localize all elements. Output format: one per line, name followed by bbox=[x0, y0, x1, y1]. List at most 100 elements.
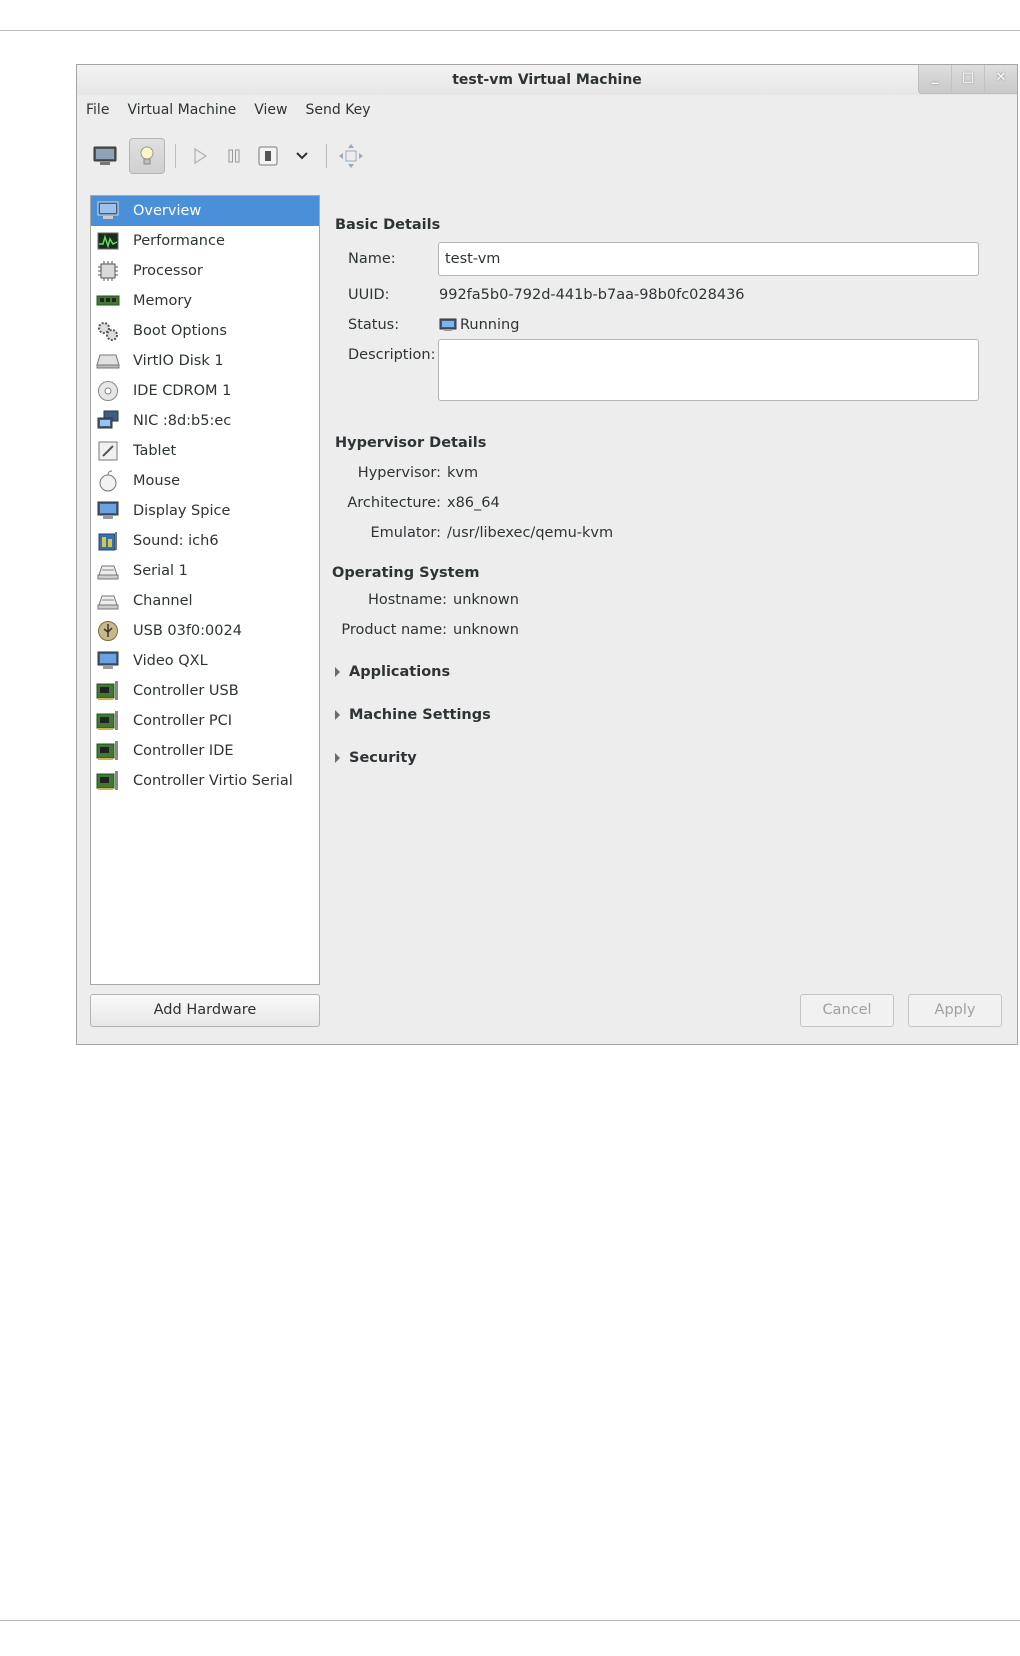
maximize-button[interactable]: □ bbox=[952, 65, 985, 93]
sidebar-item-display-spice[interactable]: Display Spice bbox=[91, 496, 319, 526]
applications-expander[interactable]: Applications bbox=[335, 664, 450, 680]
sidebar-item-label: Serial 1 bbox=[133, 563, 188, 579]
run-button[interactable] bbox=[186, 138, 214, 174]
minimize-button[interactable]: _ bbox=[919, 65, 952, 93]
display-icon bbox=[95, 500, 121, 522]
show-details-button[interactable] bbox=[129, 138, 165, 174]
sidebar-item-controller-pci[interactable]: Controller PCI bbox=[91, 706, 319, 736]
page-top-rule bbox=[0, 30, 1020, 31]
play-icon bbox=[194, 147, 208, 165]
close-button[interactable]: ✕ bbox=[985, 65, 1017, 93]
fullscreen-button[interactable] bbox=[337, 138, 365, 174]
sidebar-item-label: Sound: ich6 bbox=[133, 533, 219, 549]
serial-port-icon bbox=[95, 560, 121, 582]
sidebar-item-label: Memory bbox=[133, 293, 192, 309]
menu-virtual-machine[interactable]: Virtual Machine bbox=[118, 99, 245, 123]
sidebar-item-label: Display Spice bbox=[133, 503, 231, 519]
sidebar-item-label: Tablet bbox=[133, 443, 177, 459]
sidebar-item-tablet[interactable]: Tablet bbox=[91, 436, 319, 466]
running-icon bbox=[439, 318, 457, 331]
hostname-label: Hostname: bbox=[367, 592, 447, 608]
toolbar-separator bbox=[175, 144, 176, 168]
name-label: Name: bbox=[348, 251, 396, 267]
sidebar-item-overview[interactable]: Overview bbox=[91, 196, 319, 226]
sidebar-item-controller-virtio-serial[interactable]: Controller Virtio Serial bbox=[91, 766, 319, 796]
sidebar-item-label: IDE CDROM 1 bbox=[133, 383, 232, 399]
hypervisor-details-heading: Hypervisor Details bbox=[335, 435, 487, 451]
chevron-down-icon bbox=[296, 152, 308, 160]
sidebar-item-mouse[interactable]: Mouse bbox=[91, 466, 319, 496]
product-name-value: unknown bbox=[453, 622, 519, 638]
basic-details-heading: Basic Details bbox=[335, 217, 441, 233]
expander-arrow-icon bbox=[335, 710, 340, 720]
sidebar-item-boot-options[interactable]: Boot Options bbox=[91, 316, 319, 346]
channel-icon bbox=[95, 590, 121, 612]
architecture-value: x86_64 bbox=[447, 495, 500, 511]
fullscreen-icon bbox=[339, 144, 363, 168]
memory-module-icon bbox=[95, 290, 121, 312]
controller-card-icon bbox=[95, 680, 121, 702]
pause-button[interactable] bbox=[220, 138, 248, 174]
monitor-icon bbox=[95, 200, 121, 222]
name-field[interactable]: test-vm bbox=[438, 242, 979, 276]
sidebar-item-label: Channel bbox=[133, 593, 193, 609]
sidebar-item-controller-ide[interactable]: Controller IDE bbox=[91, 736, 319, 766]
uuid-label: UUID: bbox=[348, 287, 390, 303]
security-expander[interactable]: Security bbox=[335, 750, 417, 766]
pause-icon bbox=[228, 149, 240, 163]
sidebar-item-label: Video QXL bbox=[133, 653, 208, 669]
sidebar-item-label: Processor bbox=[133, 263, 203, 279]
window-title: test-vm Virtual Machine bbox=[452, 72, 642, 88]
sidebar-item-processor[interactable]: Processor bbox=[91, 256, 319, 286]
show-console-button[interactable] bbox=[87, 138, 123, 174]
apply-button[interactable]: Apply bbox=[908, 994, 1002, 1027]
performance-graph-icon bbox=[95, 230, 121, 252]
sidebar-item-label: VirtIO Disk 1 bbox=[133, 353, 224, 369]
page-bottom-rule bbox=[0, 1620, 1020, 1621]
hard-disk-icon bbox=[95, 350, 121, 372]
sidebar-item-label: Controller PCI bbox=[133, 713, 233, 729]
sidebar-item-controller-usb[interactable]: Controller USB bbox=[91, 676, 319, 706]
sidebar-item-sound[interactable]: Sound: ich6 bbox=[91, 526, 319, 556]
machine-settings-expander[interactable]: Machine Settings bbox=[335, 707, 491, 723]
uuid-value: 992fa5b0-792d-441b-b7aa-98b0fc028436 bbox=[439, 287, 745, 303]
sidebar-item-serial[interactable]: Serial 1 bbox=[91, 556, 319, 586]
expander-label: Machine Settings bbox=[349, 707, 491, 723]
description-field[interactable] bbox=[438, 339, 979, 401]
expander-arrow-icon bbox=[335, 753, 340, 763]
add-hardware-button[interactable]: Add Hardware bbox=[90, 994, 320, 1027]
menu-view[interactable]: View bbox=[245, 99, 296, 123]
expander-label: Security bbox=[349, 750, 417, 766]
sidebar-item-virtio-disk[interactable]: VirtIO Disk 1 bbox=[91, 346, 319, 376]
cdrom-icon bbox=[95, 380, 121, 402]
sidebar-item-label: NIC :8d:b5:ec bbox=[133, 413, 232, 429]
sidebar-item-nic[interactable]: NIC :8d:b5:ec bbox=[91, 406, 319, 436]
console-icon bbox=[93, 146, 117, 165]
lightbulb-icon bbox=[140, 146, 154, 165]
menu-send-key[interactable]: Send Key bbox=[296, 99, 379, 123]
menu-file[interactable]: File bbox=[77, 99, 118, 123]
hypervisor-label: Hypervisor: bbox=[357, 465, 441, 481]
sidebar-item-ide-cdrom[interactable]: IDE CDROM 1 bbox=[91, 376, 319, 406]
hardware-list: Overview Performance Processor Memory Bo… bbox=[90, 195, 320, 985]
sidebar-item-usb[interactable]: USB 03f0:0024 bbox=[91, 616, 319, 646]
sidebar-item-memory[interactable]: Memory bbox=[91, 286, 319, 316]
shutdown-menu-button[interactable] bbox=[288, 138, 316, 174]
title-bar[interactable]: test-vm Virtual Machine _ □ ✕ bbox=[77, 65, 1017, 95]
sidebar-item-video[interactable]: Video QXL bbox=[91, 646, 319, 676]
sidebar-item-performance[interactable]: Performance bbox=[91, 226, 319, 256]
controller-card-icon bbox=[95, 740, 121, 762]
tablet-icon bbox=[95, 440, 121, 462]
hypervisor-value: kvm bbox=[447, 465, 479, 481]
sidebar-item-label: Performance bbox=[133, 233, 225, 249]
shutdown-button[interactable] bbox=[254, 138, 282, 174]
sound-card-icon bbox=[95, 530, 121, 552]
expander-label: Applications bbox=[349, 664, 451, 680]
sidebar-item-channel[interactable]: Channel bbox=[91, 586, 319, 616]
status-label: Status: bbox=[348, 317, 400, 333]
expander-arrow-icon bbox=[335, 667, 340, 677]
shutdown-icon bbox=[258, 146, 278, 166]
cancel-button[interactable]: Cancel bbox=[800, 994, 894, 1027]
sidebar-item-label: Overview bbox=[133, 203, 202, 219]
status-value-row: Running bbox=[439, 317, 519, 333]
